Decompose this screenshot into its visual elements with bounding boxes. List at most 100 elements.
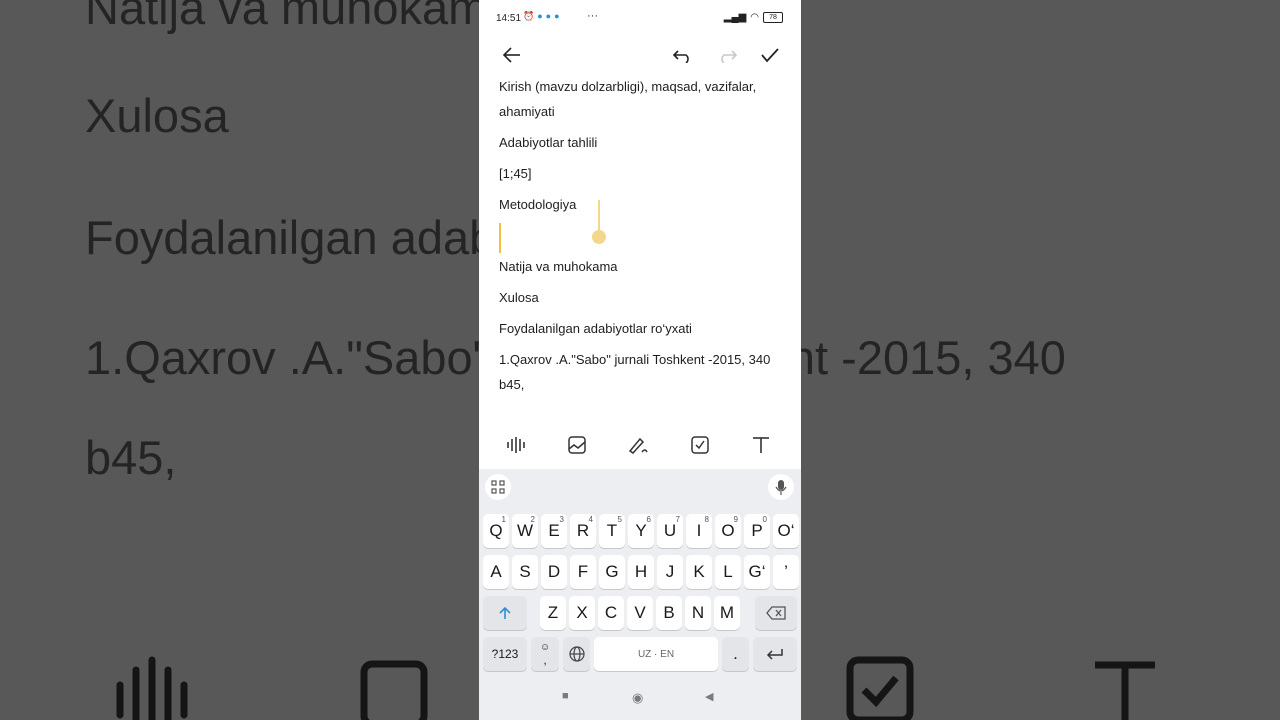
key-hint: 6: [646, 515, 651, 524]
key-p[interactable]: P0: [744, 514, 770, 548]
note-line: Natija va muhokama: [499, 259, 618, 274]
symbols-key[interactable]: ?123: [483, 637, 527, 671]
key-’[interactable]: ’: [773, 555, 799, 589]
phone-screen: 14:51 ⏰ ● ● ● ··· ▂▄▆ ◠ 78 Kirish (mavzu…: [479, 0, 801, 720]
key-o‘[interactable]: O‘: [773, 514, 799, 548]
period-key[interactable]: .: [722, 637, 749, 671]
key-z[interactable]: Z: [540, 596, 566, 630]
key-hint: 5: [617, 515, 622, 524]
voice-input-button[interactable]: [768, 474, 794, 500]
key-n[interactable]: N: [685, 596, 711, 630]
shift-key[interactable]: [483, 596, 527, 630]
key-c[interactable]: C: [598, 596, 624, 630]
key-t[interactable]: T5: [599, 514, 625, 548]
audio-button[interactable]: [504, 433, 528, 457]
bg-text-line5: b45,: [85, 431, 177, 484]
key-l[interactable]: L: [715, 555, 741, 589]
key-e[interactable]: E3: [541, 514, 567, 548]
key-w[interactable]: W2: [512, 514, 538, 548]
key-hint: 9: [733, 515, 738, 524]
redo-icon: [721, 50, 737, 63]
key-hint: 8: [704, 515, 709, 524]
key-hint: 0: [762, 515, 767, 524]
emoji-icon: ☺: [539, 641, 551, 653]
key-v[interactable]: V: [627, 596, 653, 630]
text-format-button[interactable]: [749, 433, 773, 457]
language-key[interactable]: [563, 637, 590, 671]
back-button[interactable]: [499, 42, 525, 68]
key-g[interactable]: G: [599, 555, 625, 589]
telegram-icon: ●: [537, 11, 543, 21]
enter-icon: [766, 649, 783, 660]
enter-key[interactable]: [753, 637, 797, 671]
key-q[interactable]: Q1: [483, 514, 509, 548]
app-icon: ●: [554, 11, 560, 21]
note-line: Adabiyotlar tahlili: [499, 135, 598, 150]
wifi-icon: ◠: [750, 12, 759, 23]
key-a[interactable]: A: [483, 555, 509, 589]
checkbox-icon: [691, 436, 709, 454]
key-hint: 1: [501, 515, 506, 524]
microphone-icon: [775, 480, 787, 495]
draw-button[interactable]: [626, 433, 650, 457]
key-x[interactable]: X: [569, 596, 595, 630]
key-m[interactable]: M: [714, 596, 740, 630]
space-key[interactable]: UZ · EN: [594, 637, 718, 671]
key-g‘[interactable]: G‘: [744, 555, 770, 589]
key-hint: 3: [559, 515, 564, 524]
note-line: Foydalanilgan adabiyotlar ro‘yxati: [499, 321, 692, 336]
selection-handle[interactable]: [592, 230, 606, 244]
image-button[interactable]: [565, 433, 589, 457]
bg-text-line2: Xulosa: [85, 89, 229, 142]
key-k[interactable]: K: [686, 555, 712, 589]
bg-audio-wave-icon: [116, 656, 188, 720]
audio-wave-icon: [507, 437, 525, 453]
key-u[interactable]: U7: [657, 514, 683, 548]
key-h[interactable]: H: [628, 555, 654, 589]
status-right: ▂▄▆ ◠ 78: [724, 12, 783, 23]
alarm-icon: ⏰: [523, 11, 535, 21]
key-hint: 4: [588, 515, 593, 524]
text-cursor: [499, 223, 501, 253]
note-line: 1.Qaxrov .A."Sabo" jurnali Toshkent -201…: [499, 352, 771, 392]
shift-arrow-icon: [499, 606, 511, 619]
back-nav-icon[interactable]: ◀: [705, 690, 713, 703]
key-j[interactable]: J: [657, 555, 683, 589]
arrow-left-icon: [502, 47, 520, 63]
pen-icon: [628, 437, 648, 454]
notification-icons: ⏰ ● ● ●: [523, 11, 560, 22]
note-body[interactable]: Kirish (mavzu dolzarbligi), maqsad, vazi…: [499, 74, 784, 403]
note-line-empty: [499, 223, 784, 254]
comma-key[interactable]: ☺ ,: [531, 637, 559, 671]
key-i[interactable]: I8: [686, 514, 712, 548]
key-y[interactable]: Y6: [628, 514, 654, 548]
key-d[interactable]: D: [541, 555, 567, 589]
keyboard-menu-button[interactable]: [485, 474, 511, 500]
key-r[interactable]: R4: [570, 514, 596, 548]
recent-apps-icon[interactable]: ■: [562, 690, 569, 702]
battery-icon: 78: [763, 12, 783, 23]
key-hint: 2: [530, 515, 535, 524]
signal-icon: ▂▄▆: [723, 12, 747, 23]
checklist-button[interactable]: [688, 433, 712, 457]
bg-text-format-icon: [1095, 661, 1155, 720]
key-o[interactable]: O9: [715, 514, 741, 548]
text-format-icon: [753, 437, 769, 453]
note-line: Xulosa: [499, 290, 539, 305]
note-line: [1;45]: [499, 166, 532, 181]
key-s[interactable]: S: [512, 555, 538, 589]
bg-text-line1: Natija va muhokama: [85, 0, 514, 34]
undo-button[interactable]: [670, 42, 696, 68]
done-button[interactable]: [757, 42, 783, 68]
redo-button[interactable]: [714, 42, 740, 68]
note-line: Metodologiya: [499, 197, 577, 212]
backspace-icon: [766, 606, 786, 620]
home-icon[interactable]: ◉: [632, 690, 643, 706]
telegram-icon-2: ●: [545, 11, 552, 21]
nav-bar: ■ ◉ ◀: [479, 676, 801, 720]
image-icon: [568, 436, 586, 454]
status-bar: 14:51 ⏰ ● ● ● ··· ▂▄▆ ◠ 78: [479, 0, 801, 38]
backspace-key[interactable]: [755, 596, 797, 630]
key-b[interactable]: B: [656, 596, 682, 630]
key-f[interactable]: F: [570, 555, 596, 589]
